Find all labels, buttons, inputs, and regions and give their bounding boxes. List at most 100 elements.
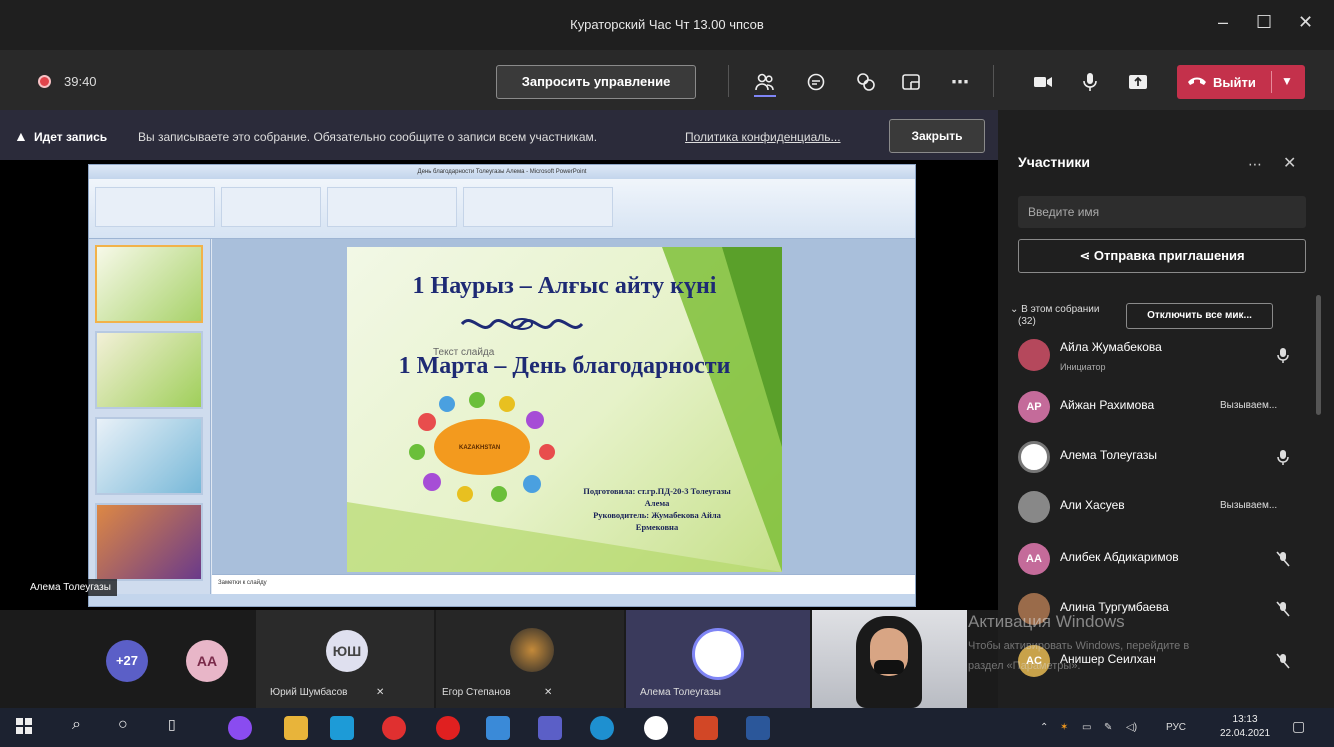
slide-title-kazakh: 1 Наурыз – Алғыс айту күні bbox=[412, 273, 717, 299]
minimize-icon[interactable]: – bbox=[1218, 12, 1228, 33]
recording-icon bbox=[38, 75, 51, 88]
cortana-icon[interactable]: ○ bbox=[118, 716, 142, 740]
file-explorer-icon[interactable] bbox=[284, 716, 308, 740]
microphone-icon bbox=[1274, 448, 1292, 466]
yandex-icon[interactable] bbox=[382, 716, 406, 740]
credits-line: Руководитель: Жумабекова Айла bbox=[593, 510, 721, 520]
meeting-toolbar: 39:40 Запросить управление ⋯ Выйти ▼ bbox=[0, 50, 1334, 110]
yandex-browser-icon[interactable] bbox=[644, 716, 668, 740]
slide-thumbnail[interactable] bbox=[95, 417, 203, 495]
shared-screen: День благодарности Толеугазы Алема - Mic… bbox=[0, 160, 998, 610]
more-options-icon[interactable]: ⋯ bbox=[947, 70, 973, 94]
reactions-icon[interactable] bbox=[853, 70, 879, 94]
overflow-participants-button[interactable]: +27 bbox=[106, 640, 148, 682]
share-screen-icon[interactable] bbox=[1125, 70, 1151, 94]
participant-name: Алема Толеугазы bbox=[1060, 448, 1158, 462]
video-gallery: +27 AA ЮШ Юрий Шумбасов ✕ Егор Степанов … bbox=[0, 610, 998, 708]
language-indicator[interactable]: РУС bbox=[1166, 722, 1186, 733]
participant-search[interactable] bbox=[1018, 196, 1306, 228]
mute-all-button[interactable]: Отключить все мик... bbox=[1126, 303, 1273, 329]
volume-icon[interactable]: ◁) bbox=[1126, 722, 1137, 733]
avatar: ЮШ bbox=[326, 630, 368, 672]
avatar bbox=[1018, 491, 1050, 523]
clock-time: 13:13 bbox=[1232, 714, 1258, 725]
start-icon[interactable] bbox=[14, 716, 38, 740]
participant-row[interactable]: Алема Толеугазы bbox=[1018, 436, 1318, 480]
recording-banner: ▲ Идет запись Вы записываете это собрани… bbox=[0, 110, 1000, 160]
ribbon-group bbox=[221, 187, 321, 227]
tray-arrow-icon[interactable]: ⌃ bbox=[1040, 722, 1048, 733]
word-icon[interactable] bbox=[746, 716, 770, 740]
app-icon[interactable] bbox=[228, 716, 252, 740]
close-banner-button[interactable]: Закрыть bbox=[889, 119, 985, 153]
skype-icon[interactable] bbox=[330, 716, 354, 740]
privacy-policy-link[interactable]: Политика конфиденциаль... bbox=[685, 130, 841, 144]
credits-line: Подготовила: ст.гр.ПД-20-3 Толеугазы bbox=[583, 486, 731, 496]
section-header[interactable]: ⌄ В этом собрании (32) bbox=[1010, 304, 1099, 328]
slide-notes[interactable]: Заметки к слайду bbox=[212, 574, 915, 594]
slide-thumbnail[interactable] bbox=[95, 245, 203, 323]
slide-thumbnail[interactable] bbox=[95, 331, 203, 409]
chat-icon[interactable] bbox=[803, 70, 829, 94]
participant-row[interactable]: AP Айжан Рахимова Вызываем... bbox=[1018, 386, 1318, 430]
leave-button[interactable]: Выйти ▼ bbox=[1177, 65, 1305, 99]
panel-title: Участники bbox=[1018, 154, 1090, 170]
camera-icon[interactable] bbox=[1030, 70, 1056, 94]
avatar bbox=[1018, 339, 1050, 371]
participant-name: Юрий Шумбасов bbox=[270, 687, 348, 698]
ribbon-group bbox=[327, 187, 457, 227]
participant-row[interactable]: Айла Жумабекова Инициатор bbox=[1018, 334, 1318, 378]
search-icon[interactable]: ⌕ bbox=[72, 716, 96, 740]
ribbon-group bbox=[463, 187, 613, 227]
powerpoint-icon[interactable] bbox=[694, 716, 718, 740]
clock[interactable]: 13:13 22.04.2021 bbox=[1220, 713, 1270, 741]
search-input[interactable] bbox=[1018, 196, 1306, 228]
participants-icon[interactable] bbox=[752, 70, 778, 94]
leave-split-divider bbox=[1271, 71, 1272, 93]
activation-watermark: Активация Windows bbox=[968, 612, 1125, 631]
ppt-title-bar: День благодарности Толеугазы Алема - Mic… bbox=[89, 165, 915, 179]
edge-icon[interactable] bbox=[590, 716, 614, 740]
panel-scrollbar[interactable] bbox=[1316, 295, 1321, 415]
participant-count: (32) bbox=[1018, 316, 1036, 327]
participant-tile[interactable]: ЮШ Юрий Шумбасов ✕ bbox=[256, 610, 434, 708]
notifications-icon[interactable]: ▢ bbox=[1292, 718, 1305, 735]
participants-active-underline bbox=[754, 95, 776, 97]
participant-row[interactable]: Али Хасуев Вызываем... bbox=[1018, 486, 1318, 530]
slide-thumbnail[interactable] bbox=[95, 503, 203, 581]
section-label: В этом собрании bbox=[1021, 304, 1100, 315]
activation-watermark-text: Чтобы активировать Windows, перейдите в bbox=[968, 640, 1190, 652]
window-title: Кураторский Час Чт 13.00 чпсов bbox=[570, 17, 764, 32]
microphone-icon[interactable] bbox=[1077, 70, 1103, 94]
rooms-icon[interactable] bbox=[898, 70, 924, 94]
send-invite-button[interactable]: ⋖ Отправка приглашения bbox=[1018, 239, 1306, 273]
teams-icon[interactable] bbox=[538, 716, 562, 740]
maximize-icon[interactable]: ☐ bbox=[1256, 12, 1272, 33]
participant-tile[interactable]: Егор Степанов ✕ bbox=[436, 610, 624, 708]
avatar: AA bbox=[1018, 543, 1050, 575]
meeting-timer: 39:40 bbox=[64, 74, 97, 89]
microphone-icon bbox=[1274, 346, 1292, 364]
pen-icon[interactable]: ✎ bbox=[1104, 722, 1112, 733]
more-options-icon[interactable]: ⋯ bbox=[1248, 156, 1262, 173]
presenter-name-badge: Алема Толеугазы bbox=[24, 579, 117, 596]
credits-line: Ермековна bbox=[635, 522, 679, 532]
participant-tile[interactable]: Алема Толеугазы bbox=[626, 610, 810, 708]
mic-off-icon bbox=[1274, 550, 1292, 568]
warning-icon: ▲ bbox=[14, 128, 28, 144]
participant-row[interactable]: AA Алибек Абдикаримов bbox=[1018, 538, 1318, 582]
mail-icon[interactable] bbox=[486, 716, 510, 740]
chevron-down-icon[interactable]: ▼ bbox=[1281, 74, 1293, 88]
task-view-icon[interactable]: ▯ bbox=[168, 716, 192, 740]
avatar[interactable]: AA bbox=[186, 640, 228, 682]
network-icon[interactable]: ▭ bbox=[1082, 722, 1091, 733]
invite-label: Отправка приглашения bbox=[1093, 248, 1245, 263]
current-slide: 1 Наурыз – Алғыс айту күні Текст слайда … bbox=[347, 247, 782, 572]
opera-icon[interactable] bbox=[436, 716, 460, 740]
tray-app-icon[interactable]: ✶ bbox=[1060, 722, 1068, 733]
request-control-button[interactable]: Запросить управление bbox=[496, 65, 696, 99]
close-window-icon[interactable]: ✕ bbox=[1298, 12, 1313, 33]
close-icon[interactable]: ✕ bbox=[1283, 153, 1296, 173]
ppt-ribbon bbox=[89, 179, 915, 239]
participant-name: Алибек Абдикаримов bbox=[1060, 550, 1179, 564]
